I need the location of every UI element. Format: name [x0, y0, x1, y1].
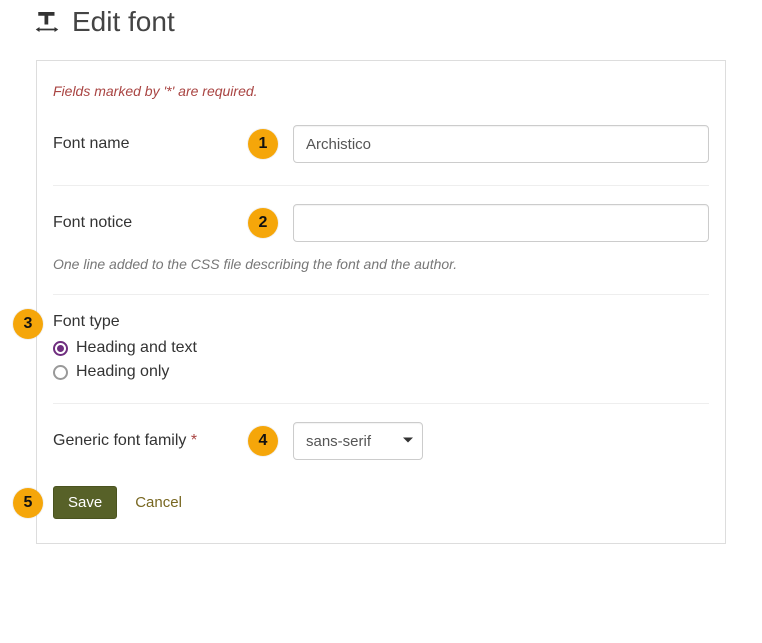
font-name-row: Font name 1 [53, 125, 709, 163]
font-type-option-1-label: Heading only [76, 363, 169, 381]
page-title: Edit font [32, 6, 726, 38]
form-actions: 5 Save Cancel [53, 486, 709, 519]
font-name-input[interactable] [293, 125, 709, 163]
font-notice-help: One line added to the CSS file describin… [53, 256, 709, 272]
annotation-badge-4: 4 [248, 426, 278, 456]
annotation-badge-5: 5 [13, 488, 43, 518]
font-type-option-0[interactable]: Heading and text [53, 339, 709, 357]
page-title-text: Edit font [72, 6, 175, 38]
radio-icon [53, 365, 68, 380]
cancel-link[interactable]: Cancel [135, 494, 182, 511]
generic-family-row: Generic font family * 4 [53, 422, 709, 460]
save-button[interactable]: Save [53, 486, 117, 519]
font-type-label: Font type [53, 313, 709, 331]
annotation-badge-1: 1 [248, 129, 278, 159]
font-type-option-1[interactable]: Heading only [53, 363, 709, 381]
annotation-badge-3: 3 [13, 309, 43, 339]
font-type-radio-group: Heading and text Heading only [53, 339, 709, 381]
font-notice-row: Font notice 2 [53, 204, 709, 242]
annotation-badge-2: 2 [248, 208, 278, 238]
radio-icon [53, 341, 68, 356]
form-panel: Fields marked by '*' are required. Font … [36, 60, 726, 544]
font-type-option-0-label: Heading and text [76, 339, 197, 357]
required-note: Fields marked by '*' are required. [53, 83, 709, 99]
font-notice-input[interactable] [293, 204, 709, 242]
font-width-icon [32, 7, 62, 37]
generic-family-select[interactable] [293, 422, 423, 460]
